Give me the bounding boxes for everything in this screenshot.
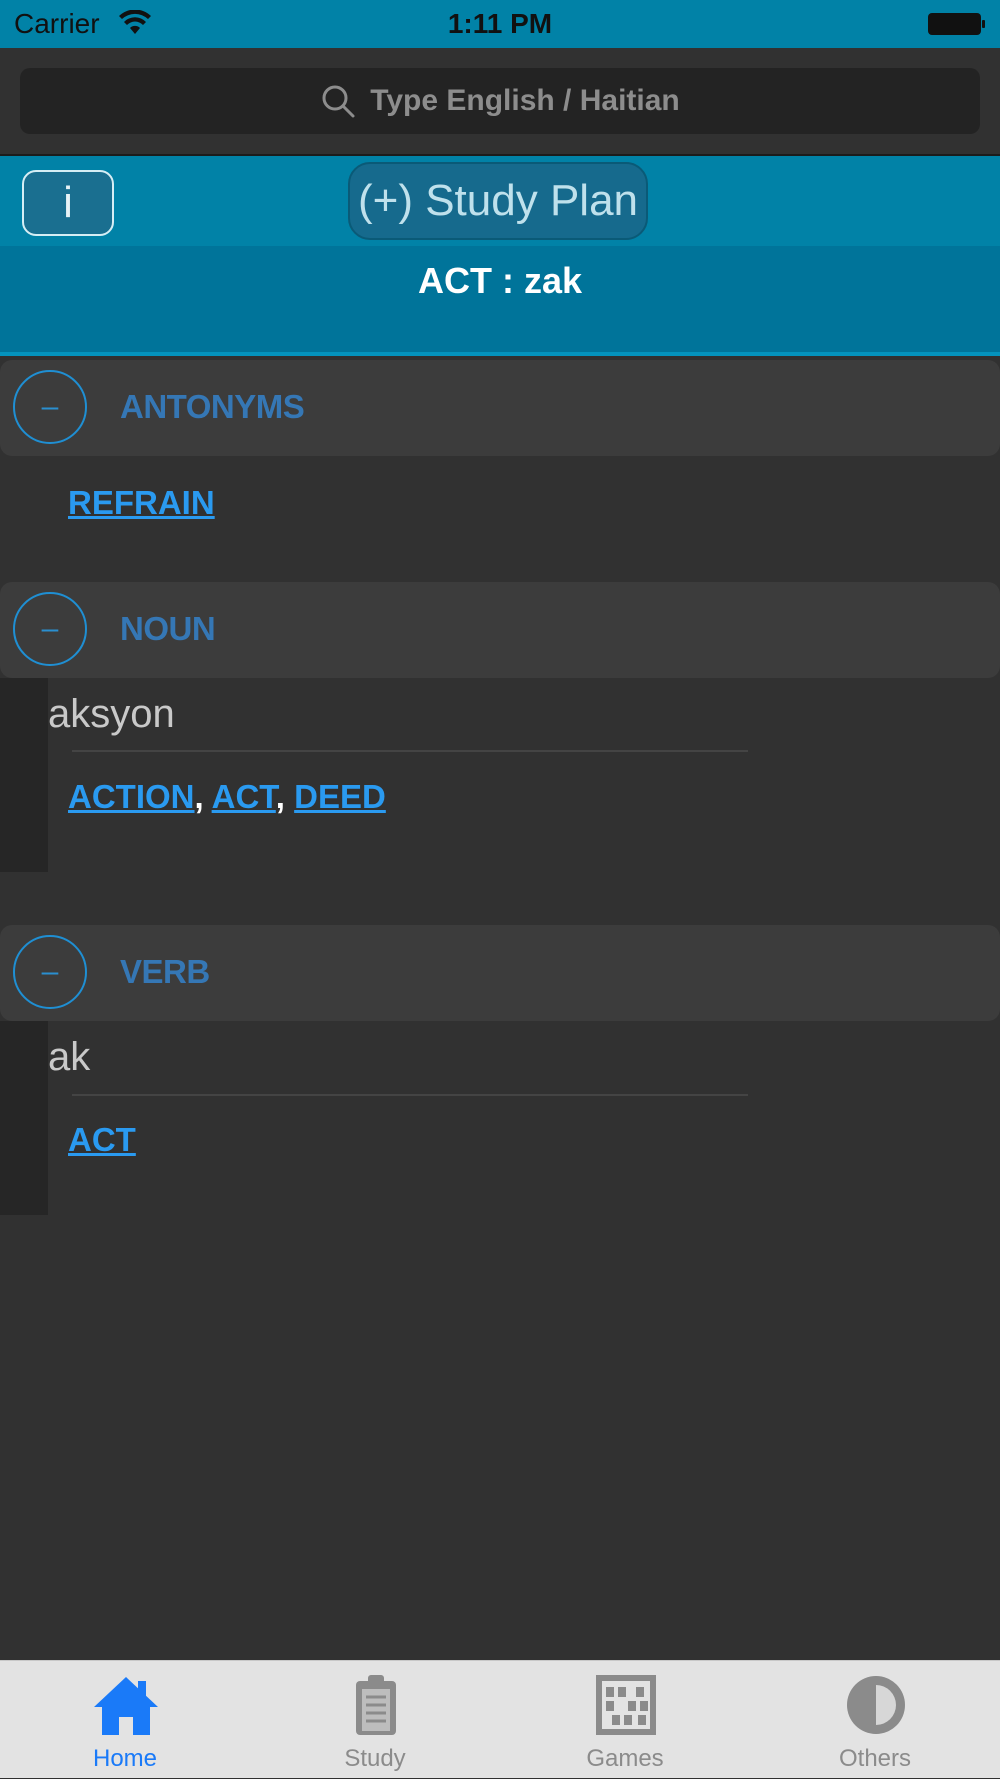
clipboard-icon: [356, 1675, 396, 1735]
search-icon: [322, 85, 355, 118]
battery-icon: [928, 13, 985, 35]
word-title: ACT : zak: [417, 260, 583, 301]
noun-link-deed[interactable]: DEED: [294, 778, 386, 815]
section-header-verb[interactable]: – VERB: [0, 925, 1000, 1021]
search-area: Type English / Haitian: [0, 48, 1000, 156]
search-placeholder: Type English / Haitian: [370, 84, 680, 117]
home-icon: [94, 1677, 158, 1735]
section-title-verb: VERB: [120, 953, 210, 990]
verb-divider: [72, 1094, 748, 1096]
tab-others-label: Others: [838, 1745, 912, 1772]
tab-games-label: Games: [586, 1745, 664, 1772]
collapse-antonyms-button[interactable]: –: [13, 370, 87, 444]
toolbar: i (+) Study Plan: [0, 156, 1000, 246]
abacus-icon: [596, 1675, 656, 1735]
section-title-antonyms: ANTONYMS: [120, 388, 305, 425]
antonym-link[interactable]: REFRAIN: [68, 484, 215, 521]
word-header: ACT : zak: [0, 246, 1000, 356]
collapse-verb-button[interactable]: –: [13, 935, 87, 1009]
noun-translation: aksyon: [48, 692, 175, 736]
collapse-noun-button[interactable]: –: [13, 592, 87, 666]
tab-games[interactable]: Games: [500, 1661, 750, 1779]
section-header-noun[interactable]: – NOUN: [0, 582, 1000, 678]
info-button[interactable]: i: [22, 170, 114, 236]
antonym-links: REFRAIN: [68, 484, 215, 522]
link-separator: ,: [194, 778, 204, 815]
verb-link-act[interactable]: ACT: [68, 1121, 136, 1158]
section-title-noun: NOUN: [120, 610, 216, 647]
noun-links: ACTION, ACT, DEED: [68, 778, 386, 816]
section-header-antonyms[interactable]: – ANTONYMS: [0, 360, 1000, 456]
tab-home[interactable]: Home: [0, 1661, 250, 1779]
noun-sidebar-strip: [0, 678, 48, 872]
noun-divider: [72, 750, 748, 752]
tab-study[interactable]: Study: [250, 1661, 500, 1779]
half-circle-icon: [847, 1676, 905, 1734]
tab-home-label: Home: [92, 1745, 158, 1772]
link-separator: ,: [275, 778, 285, 815]
tab-study-label: Study: [344, 1745, 406, 1772]
noun-link-action[interactable]: ACTION: [68, 778, 195, 815]
add-study-plan-button[interactable]: (+) Study Plan: [348, 162, 648, 240]
noun-link-act[interactable]: ACT: [212, 778, 276, 815]
tab-others[interactable]: Others: [750, 1661, 1000, 1779]
tab-bar: Home Study Games Others: [0, 1660, 1000, 1778]
status-time: 1:11 PM: [447, 8, 553, 39]
status-bar: Carrier 1:11 PM: [0, 0, 1000, 48]
verb-links: ACT: [68, 1121, 136, 1159]
search-input[interactable]: Type English / Haitian: [20, 68, 980, 134]
verb-sidebar-strip: [0, 1021, 48, 1215]
verb-translation: ak: [48, 1035, 91, 1079]
